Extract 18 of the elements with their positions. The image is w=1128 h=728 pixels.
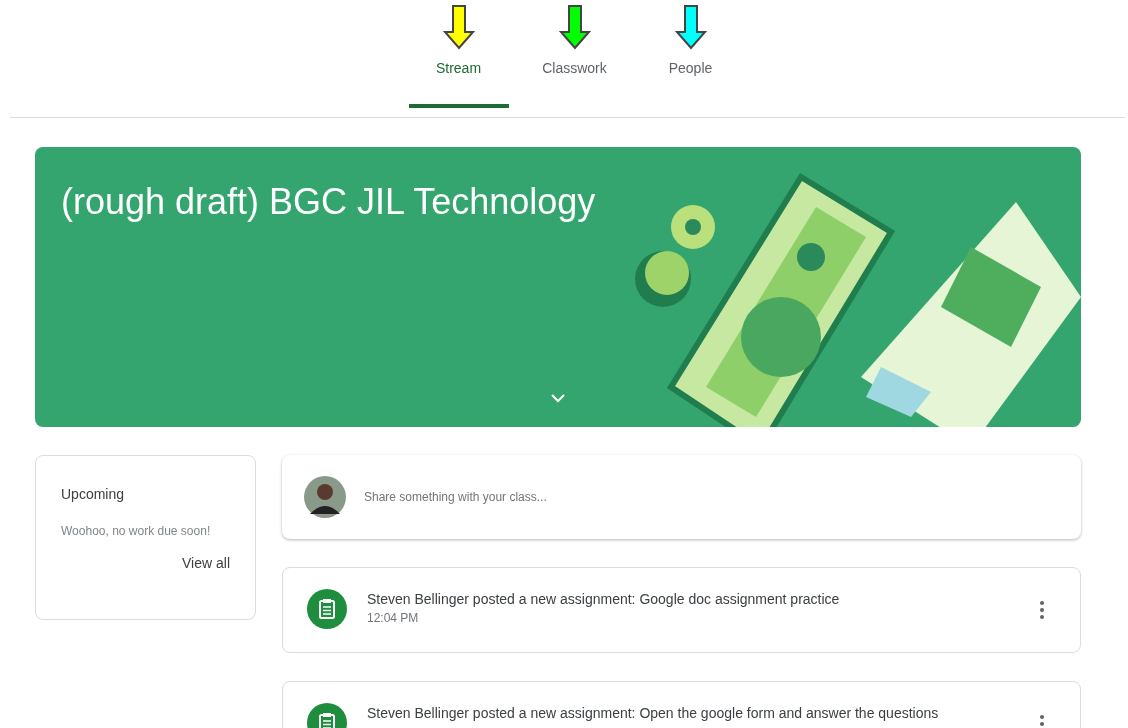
post-title: Steven Bellinger posted a new assignment: Open the google form and answer the questions bbox=[367, 705, 940, 721]
upcoming-title: Upcoming bbox=[61, 486, 126, 502]
assignment-post[interactable]: Steven Bellinger posted a new assignment: Google doc assignment practice 12:04 PM bbox=[282, 567, 1081, 653]
tab[interactable]: Stream bbox=[408, 42, 509, 108]
assignment-post[interactable]: Steven Bellinger posted a new assignment: Open the google form and answer the questions bbox=[282, 681, 1081, 728]
tab[interactable]: Classwork bbox=[524, 42, 625, 108]
clipboard-icon bbox=[307, 589, 347, 629]
post-time: 12:04 PM bbox=[367, 611, 420, 625]
view-all-link[interactable]: View all bbox=[182, 555, 230, 571]
tab[interactable]: People bbox=[640, 42, 741, 108]
more-options-icon[interactable] bbox=[1040, 601, 1044, 619]
more-options-icon[interactable] bbox=[1040, 715, 1044, 728]
share-input-field[interactable]: Share something with your class... bbox=[364, 486, 1059, 508]
upcoming-message: Woohoo, no work due soon! bbox=[61, 524, 212, 538]
avatar-icon bbox=[304, 476, 346, 518]
chevron-down-icon[interactable] bbox=[551, 393, 565, 403]
class-title: (rough draft) BGC JIL Technology bbox=[61, 181, 596, 223]
post-title: Steven Bellinger posted a new assignment: Google doc assignment practice bbox=[367, 591, 841, 607]
